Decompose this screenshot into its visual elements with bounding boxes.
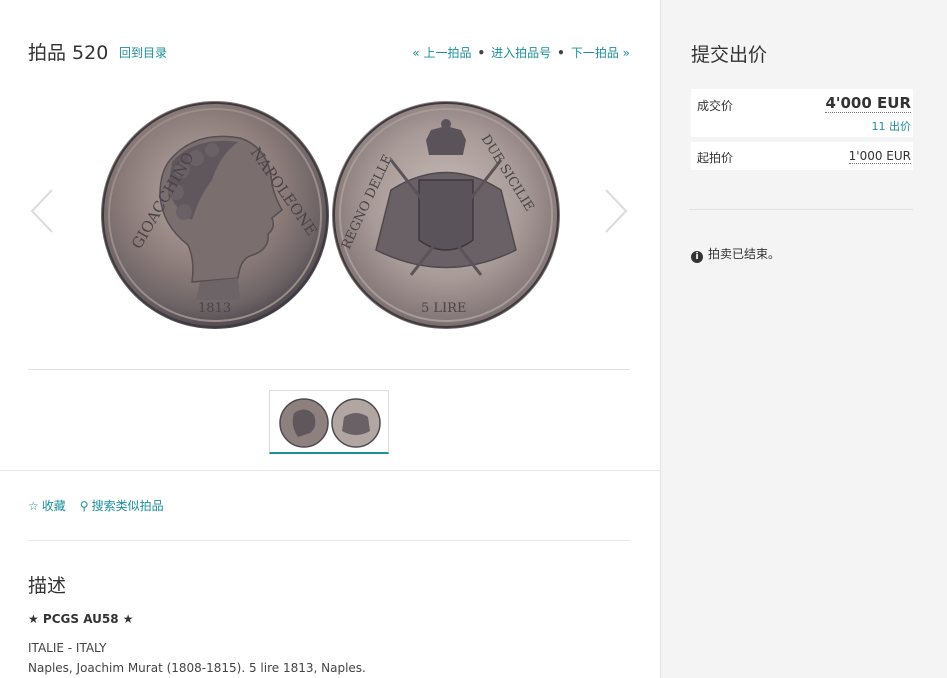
auction-status-text: 拍卖已结束。 — [708, 247, 781, 261]
divider — [28, 540, 630, 541]
back-to-catalog-link[interactable]: 回到目录 — [119, 44, 167, 61]
image-thumbnail[interactable] — [269, 390, 389, 454]
lot-header: 拍品 520 回到目录 « 上一拍品 • 进入拍品号 • 下一拍品 » — [28, 38, 630, 68]
bid-panel-title: 提交出价 — [691, 44, 768, 66]
bid-count-link[interactable]: 11 出价 — [872, 118, 912, 134]
bid-sidebar: 提交出价 成交价 4'000 EUR 11 出价 起拍价 1'000 EUR i… — [660, 0, 947, 678]
description-title: 描述 — [28, 575, 67, 597]
starting-price-card: 起拍价 1'000 EUR — [691, 142, 913, 170]
lot-title: 拍品 520 — [28, 42, 109, 64]
lot-actions: ☆ 收藏 ⚲ 搜索类似拍品 — [28, 497, 178, 514]
favorite-label: 收藏 — [41, 499, 66, 513]
search-similar-label: 搜索类似拍品 — [91, 499, 164, 513]
previous-lot-link[interactable]: « 上一拍品 — [412, 46, 471, 60]
svg-text:5 LIRE: 5 LIRE — [421, 301, 466, 316]
image-viewer: GIOACCHINO NAPOLEONE 1813 REGNO DELLE DU… — [28, 90, 630, 340]
section-divider — [0, 470, 660, 471]
coin-obverse-image[interactable]: GIOACCHINO NAPOLEONE 1813 — [100, 100, 330, 330]
chevron-left-icon[interactable] — [28, 186, 56, 236]
divider — [28, 369, 630, 370]
nav-separator: • — [557, 46, 565, 60]
starting-price-label: 起拍价 — [697, 151, 734, 165]
auction-status: i 拍卖已结束。 — [691, 245, 780, 263]
nav-separator: • — [477, 46, 486, 60]
divider — [689, 209, 913, 210]
hammer-price-value: 4'000 EUR — [825, 94, 911, 113]
search-icon: ⚲ — [79, 499, 89, 513]
lot-main-panel: 拍品 520 回到目录 « 上一拍品 • 进入拍品号 • 下一拍品 » GIOA… — [0, 0, 660, 678]
starting-price-value: 1'000 EUR — [848, 149, 911, 164]
lot-navigation: « 上一拍品 • 进入拍品号 • 下一拍品 » — [412, 44, 630, 61]
svg-text:1813: 1813 — [198, 301, 231, 316]
star-icon: ☆ — [28, 499, 39, 513]
grade-text: ★ PCGS AU58 ★ — [28, 612, 134, 626]
go-to-lot-link[interactable]: 进入拍品号 — [491, 46, 551, 60]
next-lot-link[interactable]: 下一拍品 » — [571, 46, 630, 60]
hammer-price-card: 成交价 4'000 EUR 11 出价 — [691, 89, 913, 137]
favorite-button[interactable]: ☆ 收藏 — [28, 499, 66, 513]
hammer-price-label: 成交价 — [697, 99, 734, 113]
chevron-right-icon[interactable] — [602, 186, 630, 236]
country-text: ITALIE - ITALY — [28, 641, 107, 655]
info-icon: i — [691, 251, 703, 263]
coin-reverse-image[interactable]: REGNO DELLE DUE SICILIE 5 LIRE — [331, 100, 561, 330]
search-similar-button[interactable]: ⚲ 搜索类似拍品 — [80, 499, 164, 513]
coin-description-text: Naples, Joachim Murat (1808-1815). 5 lir… — [28, 661, 366, 675]
